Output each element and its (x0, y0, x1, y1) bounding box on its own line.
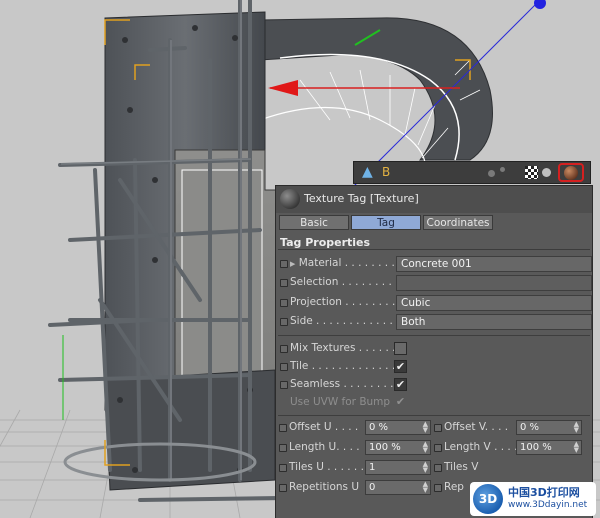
tile-label: Tile . . . . . . . . . . . . . (290, 360, 396, 372)
render-dot-icon[interactable] (500, 167, 505, 172)
side-label: Side . . . . . . . . . . . . . . (290, 315, 407, 327)
texture-tag-selected[interactable] (558, 163, 584, 182)
projection-dropdown[interactable]: Cubic (396, 295, 592, 311)
length-v-row: Length V . . . . 100 % ▲ ▼ (431, 440, 589, 457)
repetitions-u-row: Repetitions U 0 ▲ ▼ (276, 480, 434, 497)
tiles-u-row: Tiles U . . . . . . 1 ▲ ▼ (276, 460, 434, 477)
keyframe-dot-icon[interactable] (280, 363, 288, 371)
selection-field[interactable] (396, 275, 592, 291)
length-v-field[interactable]: 100 % ▲ ▼ (516, 440, 582, 455)
seamless-label: Seamless . . . . . . . . (290, 378, 394, 390)
use-uvw-checkbox: ✔ (395, 395, 406, 408)
keyframe-dot-icon[interactable] (434, 444, 442, 452)
tab-tag[interactable]: Tag (351, 215, 421, 230)
stepper-arrows-icon[interactable]: ▲ ▼ (423, 441, 428, 454)
use-uvw-row: Use UVW for Bump ✔ (276, 395, 592, 412)
tiles-v-row: Tiles V (431, 460, 589, 477)
keyframe-dot-icon[interactable] (279, 484, 287, 492)
stepper-arrows-icon[interactable]: ▲ ▼ (423, 461, 428, 474)
length-u-label: Length U. . . . (289, 441, 360, 453)
keyframe-dot-icon[interactable] (280, 260, 288, 268)
offset-v-label: Offset V. . . . (444, 421, 509, 433)
attribute-title: Texture Tag [Texture] (304, 192, 419, 205)
side-dropdown[interactable]: Both (396, 314, 592, 330)
projection-row: Projection . . . . . . . . Cubic (276, 295, 592, 312)
keyframe-dot-icon[interactable] (280, 381, 288, 389)
keyframe-dot-icon[interactable] (434, 484, 442, 492)
tile-row: Tile . . . . . . . . . . . . . ✔ (276, 359, 592, 376)
section-title: Tag Properties (280, 236, 371, 249)
watermark-url: www.3Ddayin.net (508, 500, 588, 510)
keyframe-dot-icon[interactable] (434, 464, 442, 472)
tiles-u-label: Tiles U . . . . . . (289, 461, 364, 473)
tiles-v-label: Tiles V (444, 461, 479, 473)
attribute-tabs: Basic Tag Coordinates (279, 215, 591, 231)
attribute-header: Texture Tag [Texture] (276, 186, 592, 213)
attribute-manager-panel: Texture Tag [Texture] Basic Tag Coordina… (275, 185, 593, 518)
keyframe-dot-icon[interactable] (280, 279, 288, 287)
phong-tag-icon[interactable] (542, 168, 551, 177)
checker-texture-tag-icon[interactable] (525, 166, 538, 179)
tab-basic[interactable]: Basic (279, 215, 349, 230)
offset-v-field[interactable]: 0 % ▲ ▼ (516, 420, 582, 435)
keyframe-dot-icon[interactable] (280, 318, 288, 326)
offset-u-label: Offset U . . . . (289, 421, 359, 433)
projection-label: Projection . . . . . . . . (290, 296, 396, 308)
material-field[interactable]: Concrete 001 (396, 256, 592, 272)
stepper-arrows-icon[interactable]: ▲ ▼ (423, 421, 428, 434)
mix-textures-checkbox[interactable] (394, 342, 407, 355)
watermark-logo: 3D (473, 484, 503, 514)
length-u-field[interactable]: 100 % ▲ ▼ (365, 440, 431, 455)
null-object-icon: ▲ (362, 164, 373, 180)
stepper-arrows-icon[interactable]: ▲ ▼ (423, 481, 428, 494)
seamless-row: Seamless . . . . . . . . ✔ (276, 377, 592, 394)
mix-textures-row: Mix Textures . . . . . . (276, 341, 592, 358)
material-label: ▶ Material . . . . . . . . (290, 257, 395, 269)
offset-u-row: Offset U . . . . 0 % ▲ ▼ (276, 420, 434, 437)
object-manager-row[interactable]: ▲ B (353, 161, 591, 184)
object-name[interactable]: B (382, 164, 390, 181)
keyframe-dot-icon[interactable] (279, 444, 287, 452)
site-watermark: 3D 中国3D打印网 www.3Ddayin.net (470, 482, 596, 516)
keyframe-dot-icon[interactable] (280, 345, 288, 353)
tile-checkbox[interactable]: ✔ (394, 360, 407, 373)
length-u-row: Length U. . . . 100 % ▲ ▼ (276, 440, 434, 457)
mix-textures-label: Mix Textures . . . . . . (290, 342, 396, 354)
selection-row: Selection . . . . . . . . (276, 275, 592, 292)
texture-tag-icon (280, 189, 300, 209)
seamless-checkbox[interactable]: ✔ (394, 378, 407, 391)
divider (278, 415, 590, 416)
stepper-arrows-icon[interactable]: ▲ ▼ (574, 441, 579, 454)
keyframe-dot-icon[interactable] (434, 424, 442, 432)
material-row: ▶ Material . . . . . . . . Concrete 001 (276, 256, 592, 273)
texture-tag-icon (564, 166, 578, 180)
length-v-label: Length V . . . . (444, 441, 518, 453)
keyframe-dot-icon[interactable] (279, 464, 287, 472)
keyframe-dot-icon[interactable] (279, 424, 287, 432)
offset-v-row: Offset V. . . . 0 % ▲ ▼ (431, 420, 589, 437)
repetitions-v-label: Rep (444, 481, 464, 493)
keyframe-dot-icon[interactable] (280, 299, 288, 307)
selection-label: Selection . . . . . . . . (290, 276, 392, 288)
watermark-title: 中国3D打印网 (508, 486, 580, 499)
divider (278, 335, 590, 336)
side-row: Side . . . . . . . . . . . . . . Both (276, 314, 592, 331)
repetitions-u-label: Repetitions U (289, 481, 360, 493)
tiles-u-field[interactable]: 1 ▲ ▼ (365, 460, 431, 475)
stepper-arrows-icon[interactable]: ▲ ▼ (574, 421, 579, 434)
visibility-dot-icon[interactable] (488, 170, 495, 177)
use-uvw-label: Use UVW for Bump (290, 396, 391, 408)
offset-u-field[interactable]: 0 % ▲ ▼ (365, 420, 431, 435)
repetitions-u-field[interactable]: 0 ▲ ▼ (365, 480, 431, 495)
tab-coordinates[interactable]: Coordinates (423, 215, 493, 230)
section-divider (278, 249, 590, 250)
